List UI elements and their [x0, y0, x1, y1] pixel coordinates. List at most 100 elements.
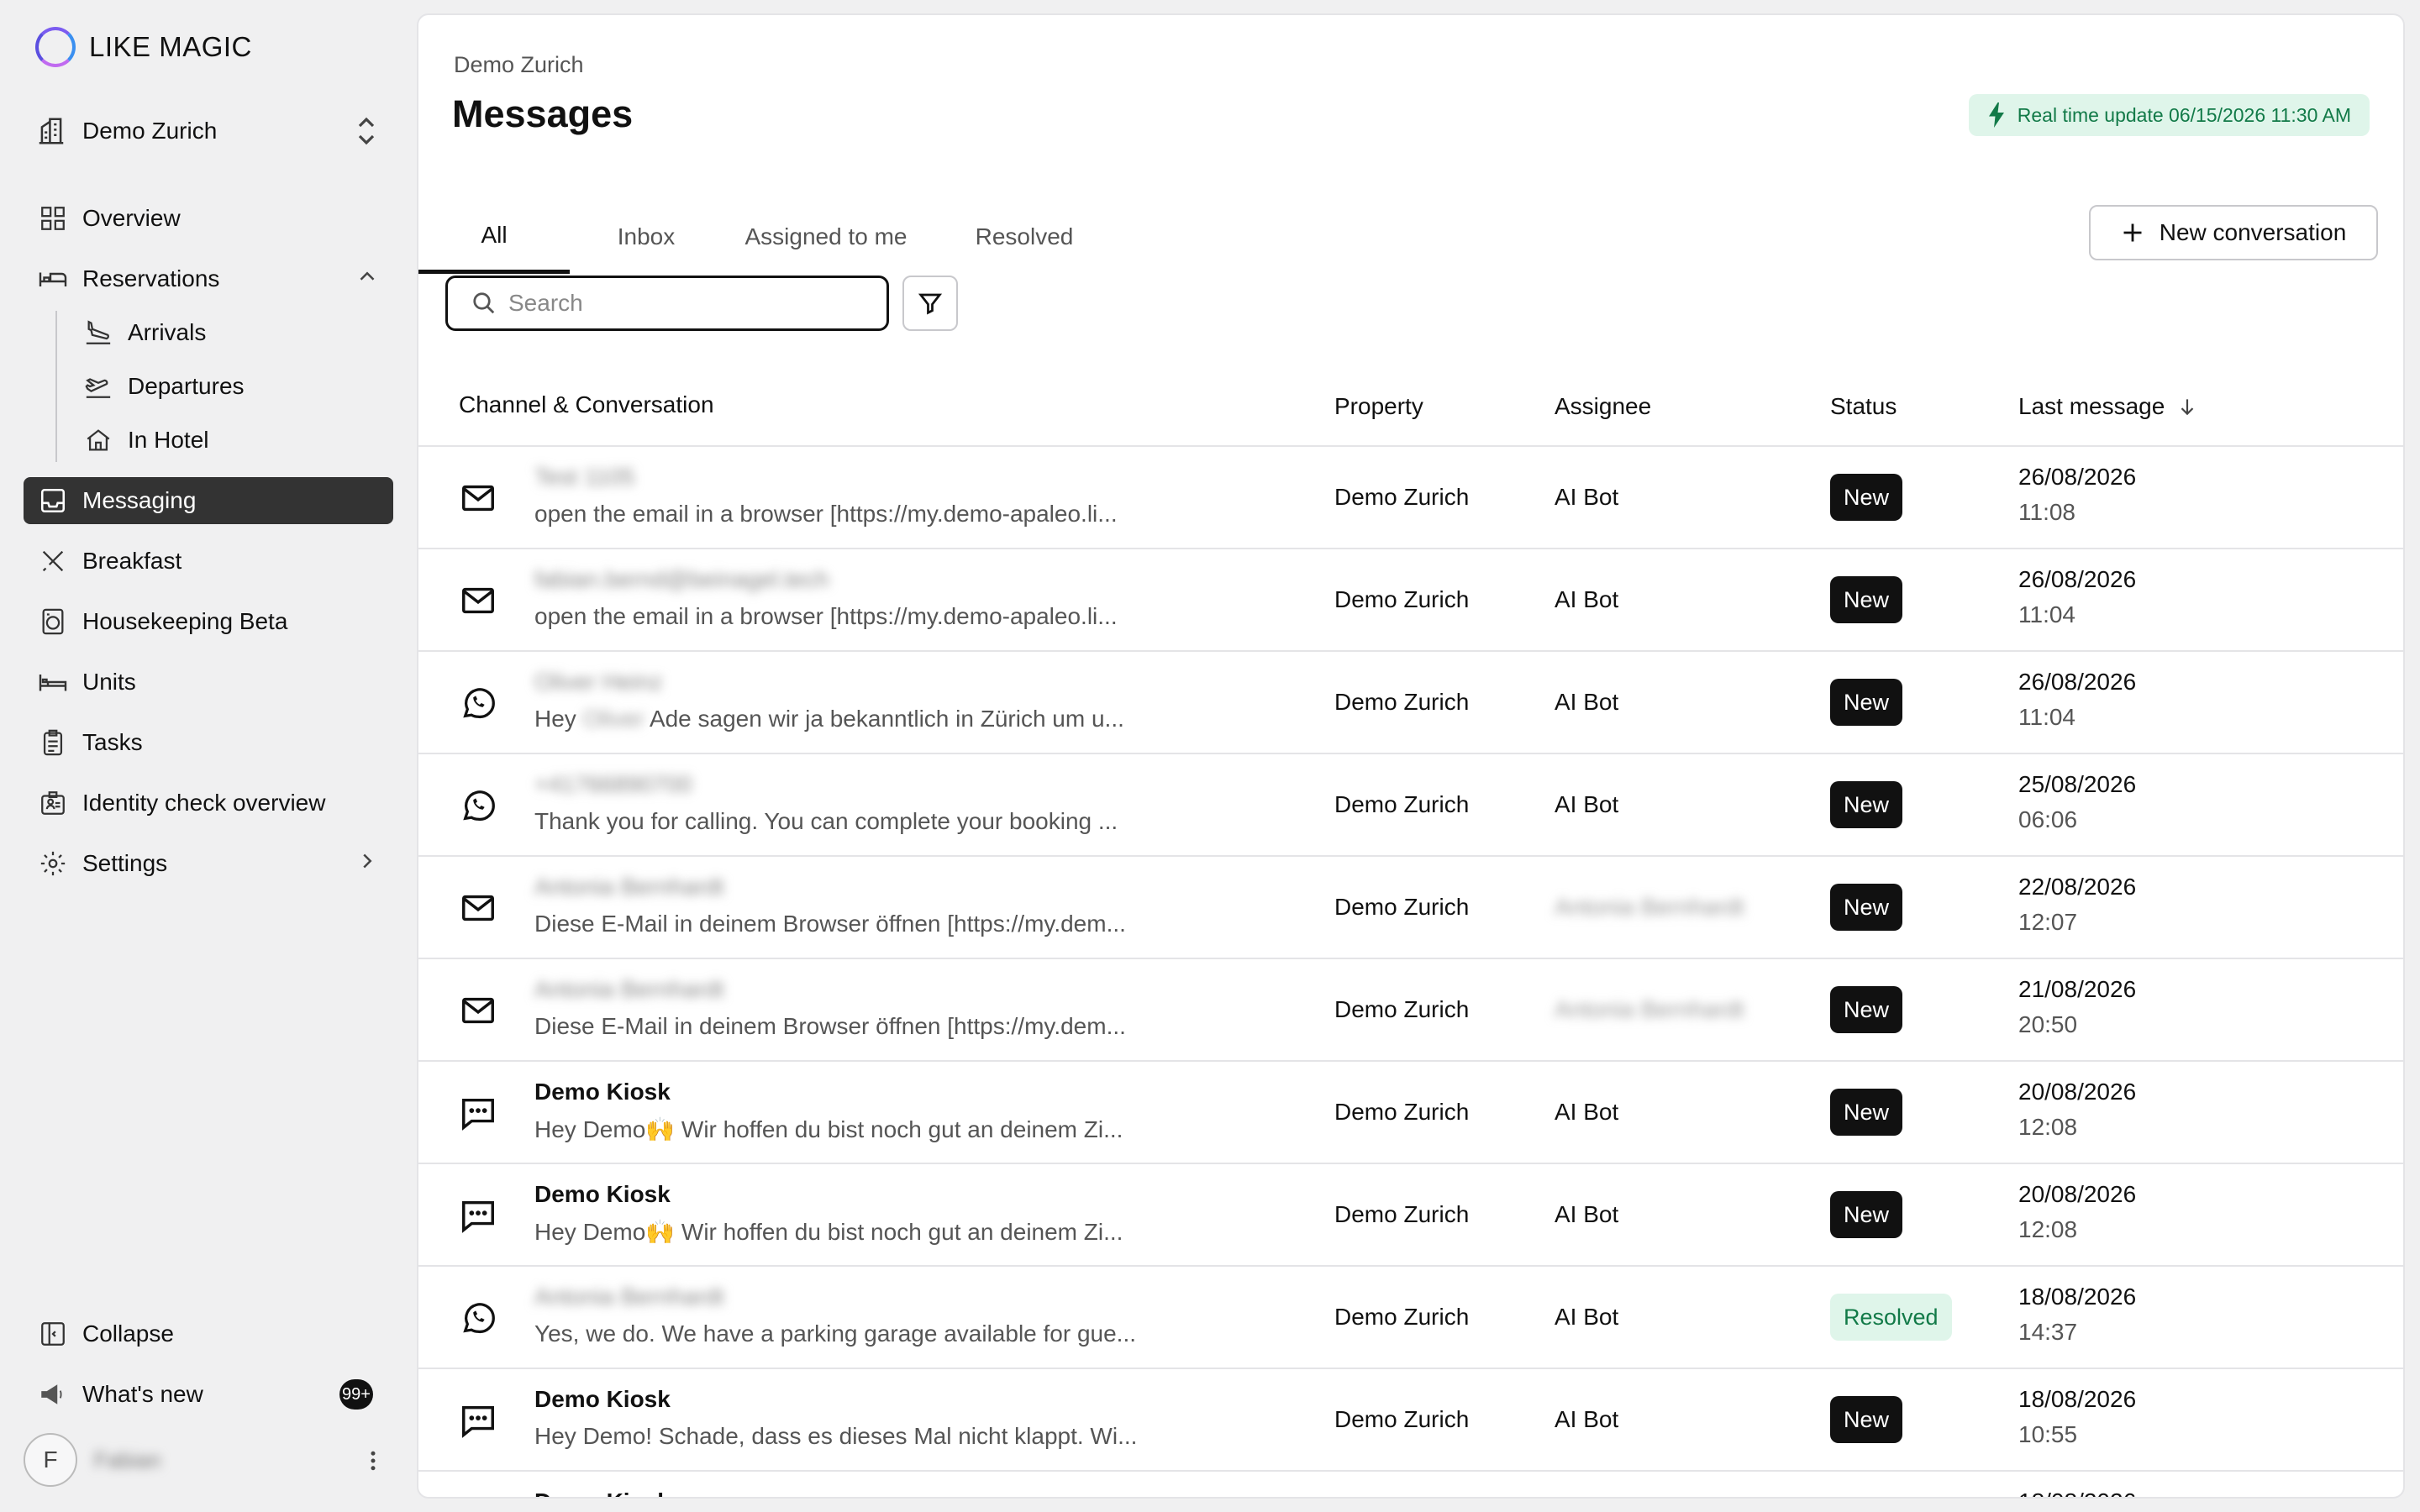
collapse-label: Collapse: [82, 1320, 174, 1347]
sidebar-item-in-hotel[interactable]: In Hotel: [69, 417, 393, 464]
sidebar-item-breakfast[interactable]: Breakfast: [24, 538, 393, 585]
table-row[interactable]: Antonia Bernhardt Diese E-Mail in deinem …: [418, 959, 2403, 1062]
last-message-date: 26/08/2026: [2018, 566, 2137, 592]
mail-icon: [459, 581, 497, 620]
home-icon: [82, 424, 114, 456]
assignee-cell: Antonia Bernhardt: [1555, 996, 1744, 1022]
search-input[interactable]: [508, 290, 861, 317]
mail-icon: [459, 479, 497, 517]
last-message-date: 21/08/2026: [2018, 976, 2137, 1002]
chat-icon: [459, 1094, 497, 1132]
sidebar-item-housekeeping[interactable]: Housekeeping Beta: [24, 598, 393, 645]
status-badge: New: [1830, 781, 1903, 828]
message-preview-redacted: Oliver: [582, 706, 644, 732]
property-cell: Demo Zurich: [1334, 996, 1470, 1022]
last-message-date: 26/08/2026: [2018, 464, 2137, 490]
table-row[interactable]: Antonia Bernhardt Diese E-Mail in deinem …: [418, 857, 2403, 959]
sidebar-item-label: Overview: [82, 205, 181, 231]
sidebar-item-label: Arrivals: [128, 319, 207, 345]
whatsapp-icon: [459, 684, 497, 722]
column-header-status[interactable]: Status: [1830, 393, 1897, 420]
search-box: [445, 276, 889, 331]
sidebar-item-settings[interactable]: Settings: [24, 840, 393, 887]
property-selector[interactable]: Demo Zurich: [35, 109, 380, 153]
table-row[interactable]: Demo KioskDemo ZurichAI BotNew18/08/2026: [418, 1472, 2403, 1497]
realtime-update-text: Real time update 06/15/2026 11:30 AM: [2017, 103, 2351, 126]
whats-new-button[interactable]: What's new 99+: [24, 1371, 393, 1418]
submenu-line: [55, 311, 57, 462]
sidebar-item-tasks[interactable]: Tasks: [24, 719, 393, 766]
table-row[interactable]: Demo Kiosk Hey Demo🙌 Wir hoffen du bist n…: [418, 1164, 2403, 1267]
tab-all[interactable]: All: [418, 200, 570, 274]
whats-new-label: What's new: [82, 1381, 203, 1407]
conversation-title: Demo Kiosk: [534, 1386, 671, 1412]
last-message-date: 18/08/2026: [2018, 1284, 2137, 1310]
id-badge-icon: [37, 787, 69, 819]
megaphone-icon: [37, 1378, 69, 1410]
conversation-title: Oliver Heinz: [534, 669, 663, 695]
sidebar-item-label: Settings: [82, 850, 168, 876]
message-preview: Thank you for calling. You can complete …: [534, 808, 1118, 834]
last-message-time: 20:50: [2018, 1011, 2078, 1037]
app-logo[interactable]: LIKE MAGIC: [35, 25, 252, 69]
sidebar-item-messaging[interactable]: Messaging: [24, 477, 393, 524]
new-conversation-button[interactable]: New conversation: [2089, 205, 2378, 260]
message-preview: open the email in a browser [https://my.…: [534, 501, 1118, 527]
sidebar-item-departures[interactable]: Departures: [69, 363, 393, 410]
filter-button[interactable]: [902, 276, 958, 331]
column-header-assignee[interactable]: Assignee: [1555, 393, 1651, 420]
column-header-last-message[interactable]: Last message: [2018, 393, 2198, 420]
washing-machine-icon: [37, 606, 69, 638]
column-header-channel[interactable]: Channel & Conversation: [459, 391, 714, 418]
last-message-date: 18/08/2026: [2018, 1386, 2137, 1412]
last-message-time: 12:07: [2018, 909, 2078, 935]
sidebar-item-arrivals[interactable]: Arrivals: [69, 309, 393, 356]
column-header-property[interactable]: Property: [1334, 393, 1423, 420]
plane-takeoff-icon: [82, 370, 114, 402]
more-vertical-icon[interactable]: [363, 1448, 383, 1473]
last-message-time: 12:08: [2018, 1216, 2078, 1242]
last-message-date: 18/08/2026: [2018, 1488, 2136, 1497]
collapse-button[interactable]: Collapse: [24, 1310, 393, 1357]
property-cell: Demo Zurich: [1334, 894, 1470, 920]
last-message-date: 26/08/2026: [2018, 669, 2137, 695]
last-message-time: 11:04: [2018, 601, 2075, 627]
conversation-title: Demo Kiosk: [534, 1181, 671, 1207]
table-row[interactable]: Test 1105 open the email in a browser [ht…: [418, 447, 2403, 549]
table-row[interactable]: fabian.bernd@beinagel.tech open the email…: [418, 549, 2403, 652]
sidebar-item-units[interactable]: Units: [24, 659, 393, 706]
sidebar-item-identity-check[interactable]: Identity check overview: [24, 780, 393, 827]
gear-icon: [37, 848, 69, 879]
table-row[interactable]: Demo Kiosk Hey Demo🙌 Wir hoffen du bist n…: [418, 1062, 2403, 1164]
avatar: F: [24, 1433, 77, 1487]
message-preview: Hey Oliver Ade sagen wir ja bekanntlich …: [534, 706, 1124, 732]
tab-inbox[interactable]: Inbox: [570, 200, 723, 274]
status-badge: New: [1830, 884, 1903, 931]
message-preview: Diese E-Mail in deinem Browser öffnen [h…: [534, 1013, 1126, 1039]
sidebar-item-label: Reservations: [82, 265, 220, 291]
property-cell: Demo Zurich: [1334, 1201, 1470, 1227]
last-message-time: 14:37: [2018, 1319, 2078, 1345]
tab-resolved[interactable]: Resolved: [929, 200, 1119, 274]
sidebar-item-overview[interactable]: Overview: [24, 195, 393, 242]
tab-assigned-to-me[interactable]: Assigned to me: [723, 200, 929, 274]
clipboard-icon: [37, 727, 69, 759]
sidebar-item-reservations[interactable]: Reservations: [24, 255, 393, 302]
table-header: Channel & Conversation Property Assignee…: [418, 373, 2403, 447]
whatsapp-icon: [459, 1299, 497, 1337]
main-panel: Demo Zurich Messages Real time update 06…: [417, 13, 2405, 1499]
last-message-time: 10:55: [2018, 1421, 2078, 1447]
conversation-title: Antonia Bernhardt: [534, 976, 724, 1002]
status-badge: New: [1830, 1089, 1903, 1136]
conversation-title: Demo Kiosk: [534, 1488, 671, 1497]
table-row[interactable]: +41766890700 Thank you for calling. You c…: [418, 754, 2403, 857]
last-message-time: 12:08: [2018, 1114, 2078, 1140]
table-row[interactable]: Antonia Bernhardt Yes, we do. We have a p…: [418, 1267, 2403, 1369]
message-preview: Yes, we do. We have a parking garage ava…: [534, 1320, 1137, 1347]
status-badge: New: [1830, 986, 1903, 1033]
user-menu[interactable]: F Fabian: [24, 1433, 393, 1487]
status-badge: New: [1830, 474, 1903, 521]
assignee-cell: AI Bot: [1555, 586, 1619, 612]
table-row[interactable]: Demo Kiosk Hey Demo! Schade, dass es dies…: [418, 1369, 2403, 1472]
table-row[interactable]: Oliver Heinz Hey Oliver Ade sagen wir ja …: [418, 652, 2403, 754]
